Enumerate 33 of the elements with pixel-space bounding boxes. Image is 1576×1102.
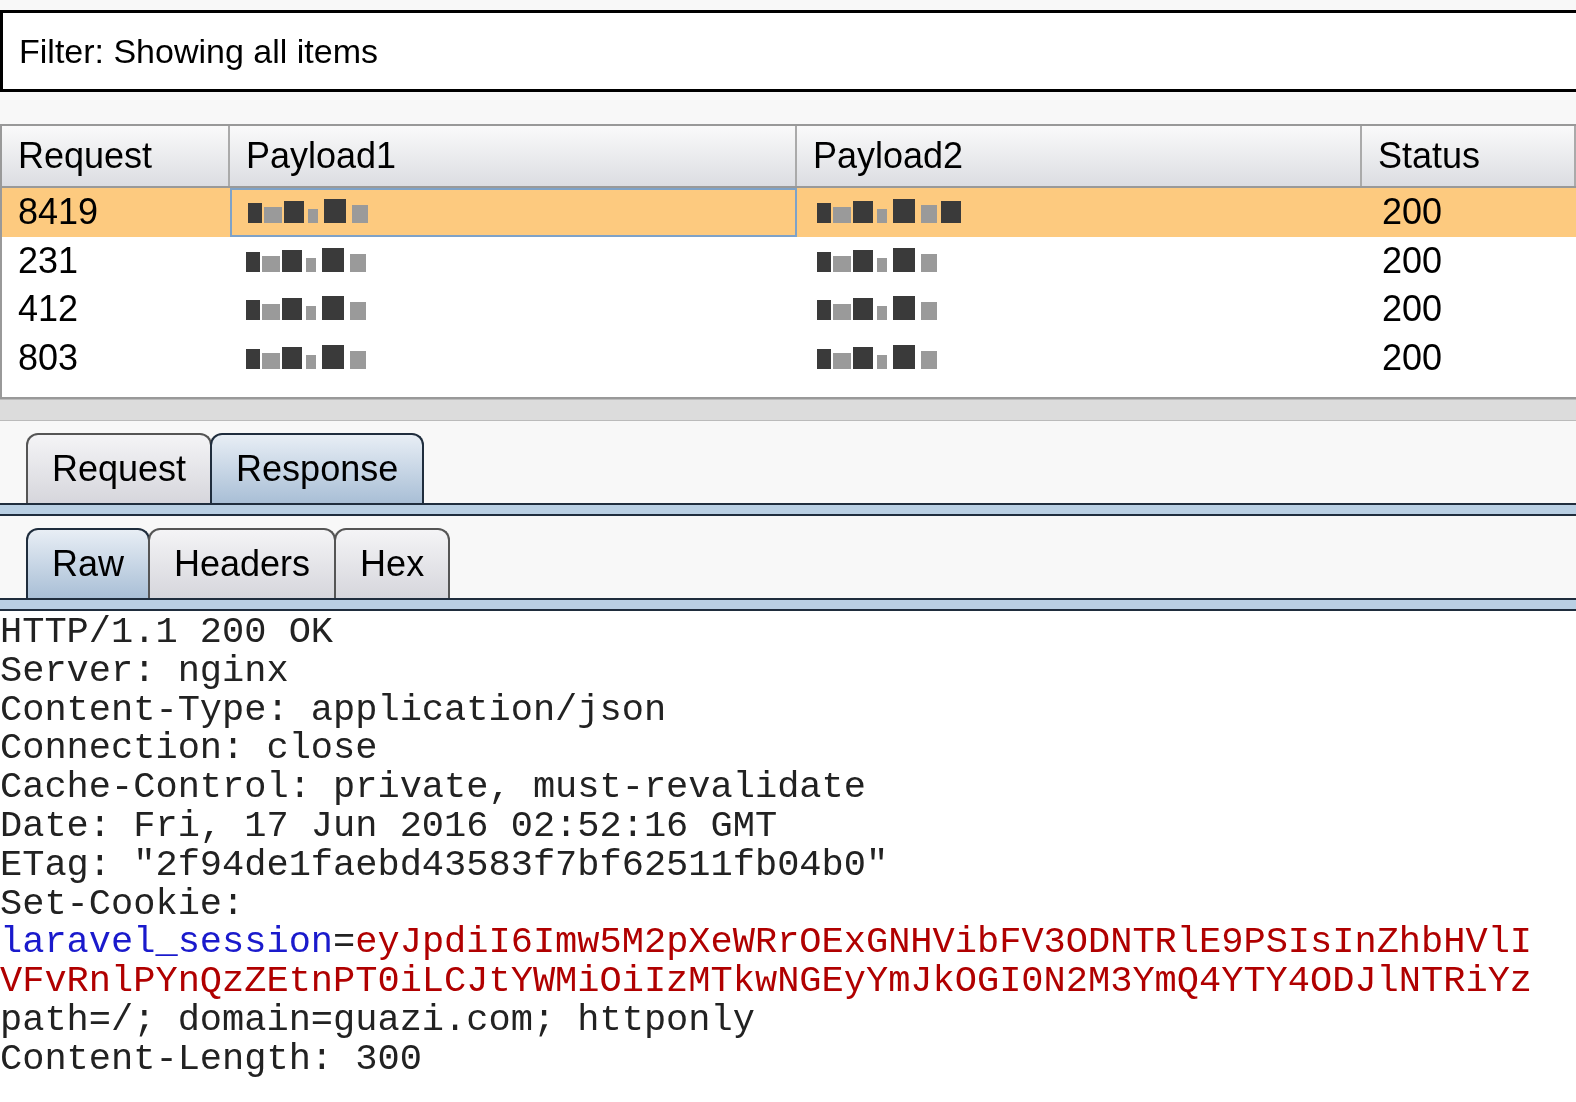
table-cell-text: 200: [1381, 190, 1444, 235]
cookie-value: eyJpdiI6Imw5M2pXeWRrOExGNHVibFV3ODNTRlE9PSIsInZhbHVlI: [355, 923, 1533, 963]
tab[interactable]: Request: [26, 433, 213, 503]
response-line: HTTP/1.1 200 OK: [0, 613, 335, 652]
response-line: Connection: close: [0, 729, 378, 769]
tab[interactable]: Hex: [334, 528, 451, 598]
response-line: Server: nginx: [0, 651, 290, 691]
column-header[interactable]: Payload1: [230, 126, 797, 186]
column-header[interactable]: Payload2: [797, 126, 1362, 186]
column-header[interactable]: Status: [1362, 126, 1576, 186]
response-line: Cache-Control: private, must-revalidate: [0, 768, 867, 807]
table-cell-text: 8419: [17, 190, 100, 235]
table-cell-text: 231: [17, 238, 80, 283]
table-cell-text: 200: [1381, 335, 1444, 380]
response-line: Content-Length: 300: [0, 1039, 422, 1079]
filter-bar[interactable]: Filter: Showing all items: [0, 10, 1576, 92]
response-line: path=/; domain=guazi.com; httponly: [0, 1000, 755, 1040]
response-line: Date: Fri, 17 Jun 2016 02:52:16 GMT: [0, 807, 779, 846]
tab[interactable]: Raw: [26, 528, 151, 598]
response-line: Set-Cookie:: [0, 884, 246, 924]
equals-sign: =: [333, 923, 356, 963]
table-cell-text: 200: [1381, 238, 1444, 283]
cookie-value: VFvRnlPYnQzZEtnPT0iLCJtYWMiOiIzMTkwNGEyYmJkOGI0N2M3YmQ4YTY4ODJlNTRiYz: [0, 962, 1534, 1001]
response-line: ETag: "2f94de1faebd43583f7bf62511fb04b0": [0, 845, 890, 885]
table-cell-text: 803: [17, 335, 80, 380]
tab[interactable]: Response: [210, 433, 425, 503]
cookie-name: laravel_session: [0, 923, 334, 963]
tab[interactable]: Headers: [148, 528, 337, 598]
column-header[interactable]: Request: [2, 126, 230, 186]
table-cell-text: 412: [17, 287, 80, 332]
response-line: Content-Type: application/json: [0, 690, 668, 730]
table-cell-text: 200: [1381, 287, 1444, 332]
table-row[interactable]: 8419 200: [2, 188, 1576, 237]
